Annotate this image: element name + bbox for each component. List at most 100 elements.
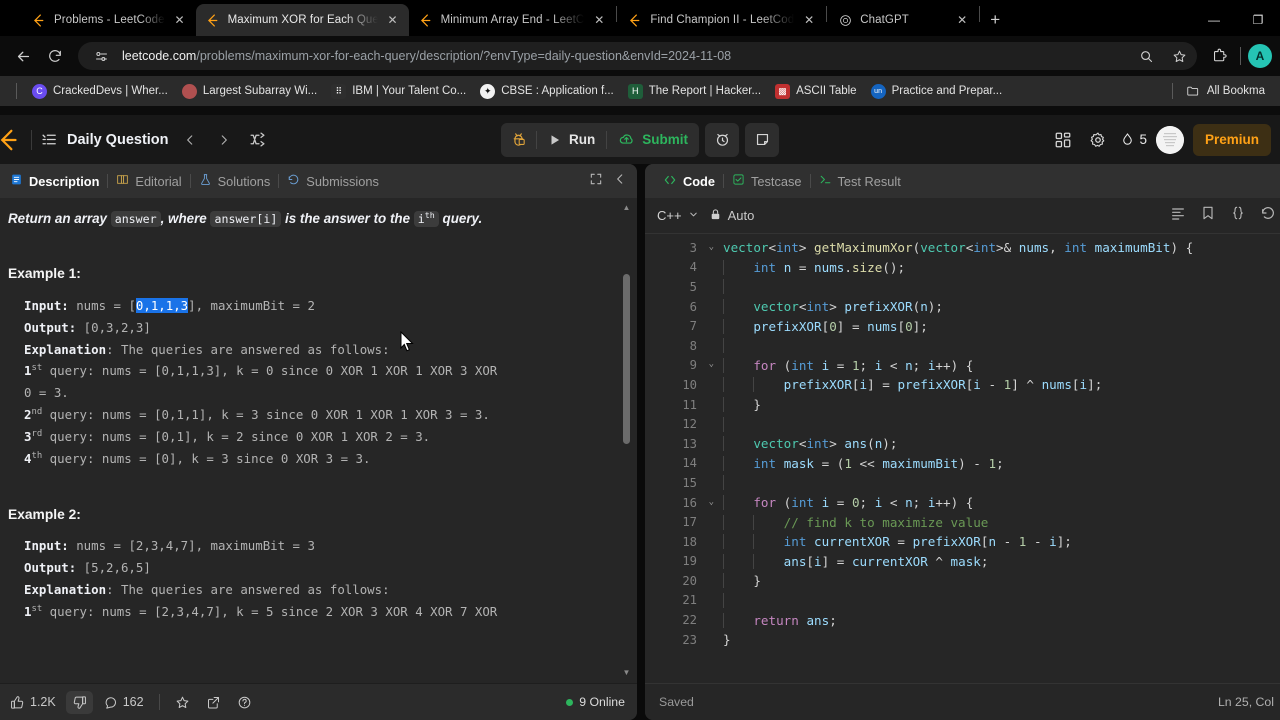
fullscreen-icon[interactable] [589,172,603,191]
code-token: 0 [851,495,860,511]
code-line[interactable]: 23} [645,630,1280,650]
browser-tab-0[interactable]: Problems - LeetCode ✕ [22,4,196,36]
format-icon[interactable] [1170,205,1186,226]
dislike-button[interactable] [65,690,93,714]
timer-button[interactable] [705,122,739,157]
extensions-icon[interactable] [1205,42,1233,70]
close-icon[interactable]: ✕ [385,12,401,28]
profile-avatar-button[interactable]: A [1248,44,1272,68]
shuffle-button[interactable] [245,127,271,153]
code-line[interactable]: 18 int currentXOR = prefixXOR[n - 1 - i]… [645,532,1280,552]
all-bookmarks-button[interactable]: All Bookma [1179,81,1272,102]
tab-testcase[interactable]: Testcase [724,164,810,198]
code-line[interactable]: 14 int mask = (1 << maximumBit) - 1; [645,454,1280,474]
bookmark-item-4[interactable]: H The Report | Hacker... [621,81,768,102]
bookmark-item-5[interactable]: ▩ ASCII Table [768,81,864,102]
leetcode-logo-icon[interactable] [0,127,23,153]
close-icon[interactable]: ✕ [591,12,607,28]
bookmark-item-2[interactable]: ⠿ IBM | Your Talent Co... [324,81,473,102]
collapse-panel-icon[interactable] [613,172,627,191]
query-line-0: 1st query: nums = [2,3,4,7], k = 5 since… [24,604,497,619]
back-button[interactable] [8,41,38,71]
tab-code[interactable]: Code [655,164,723,198]
code-line[interactable]: 8 [645,336,1280,356]
toolbar-divider [1240,47,1241,65]
browser-tab-3[interactable]: Find Champion II - LeetCod ✕ [618,4,825,36]
maximize-button[interactable]: ❐ [1236,4,1280,36]
premium-button[interactable]: Premiun [1192,123,1271,156]
streak-counter[interactable]: 5 [1120,132,1147,147]
bookmark-icon[interactable] [1200,205,1216,226]
reload-button[interactable] [40,41,70,71]
code-line[interactable]: 17 // find k to maximize value [645,512,1280,532]
bookmark-star-icon[interactable] [1167,44,1191,68]
code-token: prefixXOR [844,299,913,315]
close-icon[interactable]: ✕ [954,12,970,28]
tab-editorial[interactable]: Editorial [108,164,189,198]
example-1-title: Example 1: [8,266,81,282]
url-bar[interactable]: leetcode.com/problems/maximum-xor-for-ea… [78,42,1197,70]
next-question-button[interactable] [211,127,237,153]
minimize-button[interactable]: ― [1192,4,1236,36]
language-selector[interactable]: C++ [657,208,699,223]
description-content[interactable]: Return an array answer, where answer[i] … [0,198,637,683]
line-number: 17 [682,515,697,530]
daily-question-button[interactable]: Daily Question [40,131,169,149]
code-editor[interactable]: 3 ⌄ vector<int> getMaximumXor(vector<int>&… [645,234,1280,683]
code-line[interactable]: 16 ⌄ for (int i = 0; i < n; i++) { [645,493,1280,513]
code-line[interactable]: 5 [645,277,1280,297]
like-button[interactable]: 1.2K [4,691,62,714]
scrollbar-thumb[interactable] [623,274,630,444]
code-line[interactable]: 15 [645,473,1280,493]
tab-solutions[interactable]: Solutions [191,164,279,198]
reset-icon[interactable] [1260,205,1276,226]
bookmark-item-6[interactable]: un Practice and Prepar... [864,81,1010,102]
submit-label: Submit [642,132,688,147]
submit-button[interactable]: Submit [607,123,699,157]
scroll-down-arrow-icon[interactable]: ▼ [622,669,631,677]
code-line[interactable]: 6 vector<int> prefixXOR(n); [645,297,1280,317]
scroll-up-arrow-icon[interactable]: ▲ [622,204,631,212]
code-line[interactable]: 7 prefixXOR[0] = nums[0]; [645,316,1280,336]
code-line[interactable]: 10 prefixXOR[i] = prefixXOR[i - 1] ^ num… [645,375,1280,395]
code-line[interactable]: 3 ⌄ vector<int> getMaximumXor(vector<int>&… [645,238,1280,258]
gear-icon[interactable] [1085,127,1111,153]
code-line[interactable]: 13 vector<int> ans(n); [645,434,1280,454]
apps-grid-icon[interactable] [1050,127,1076,153]
code-line[interactable]: 4 int n = nums.size(); [645,258,1280,278]
notes-button[interactable] [745,122,779,157]
run-button[interactable]: Run [537,123,606,157]
code-line[interactable]: 12 [645,414,1280,434]
debug-button[interactable] [501,123,536,157]
share-button[interactable] [200,691,227,714]
code-line[interactable]: 21 [645,591,1280,611]
description-scrollbar[interactable]: ▲ ▼ [622,204,631,677]
site-settings-icon[interactable] [89,44,113,68]
prev-question-button[interactable] [177,127,203,153]
browser-tab-2[interactable]: Minimum Array End - LeetC ✕ [409,4,616,36]
help-button[interactable] [231,691,258,714]
search-icon[interactable] [1134,44,1158,68]
code-line[interactable]: 9 ⌄ for (int i = 1; i < n; i++) { [645,356,1280,376]
autocomplete-toggle[interactable]: Auto [709,208,754,224]
user-avatar[interactable] [1155,125,1184,154]
code-line[interactable]: 20 } [645,571,1280,591]
bookmark-item-1[interactable]: Largest Subarray Wi... [175,81,324,102]
favorite-button[interactable] [169,691,196,714]
browser-tab-4[interactable]: ChatGPT ✕ [828,4,978,36]
bookmark-item-0[interactable]: C CrackedDevs | Wher... [25,81,175,102]
tab-description[interactable]: Description [2,164,107,198]
code-line[interactable]: 19 ans[i] = currentXOR ^ mask; [645,552,1280,572]
bookmark-item-3[interactable]: ✦ CBSE : Application f... [473,81,621,102]
tab-test-result[interactable]: Test Result [811,164,909,198]
code-line[interactable]: 22 return ans; [645,610,1280,630]
braces-icon[interactable] [1230,205,1246,226]
close-icon[interactable]: ✕ [801,12,817,28]
tab-submissions[interactable]: Submissions [279,164,387,198]
comments-button[interactable]: 162 [97,691,150,714]
new-tab-button[interactable]: + [981,6,1009,34]
code-line[interactable]: 11 } [645,395,1280,415]
browser-tab-1[interactable]: Maximum XOR for Each Que ✕ [195,4,409,36]
close-icon[interactable]: ✕ [172,12,188,28]
